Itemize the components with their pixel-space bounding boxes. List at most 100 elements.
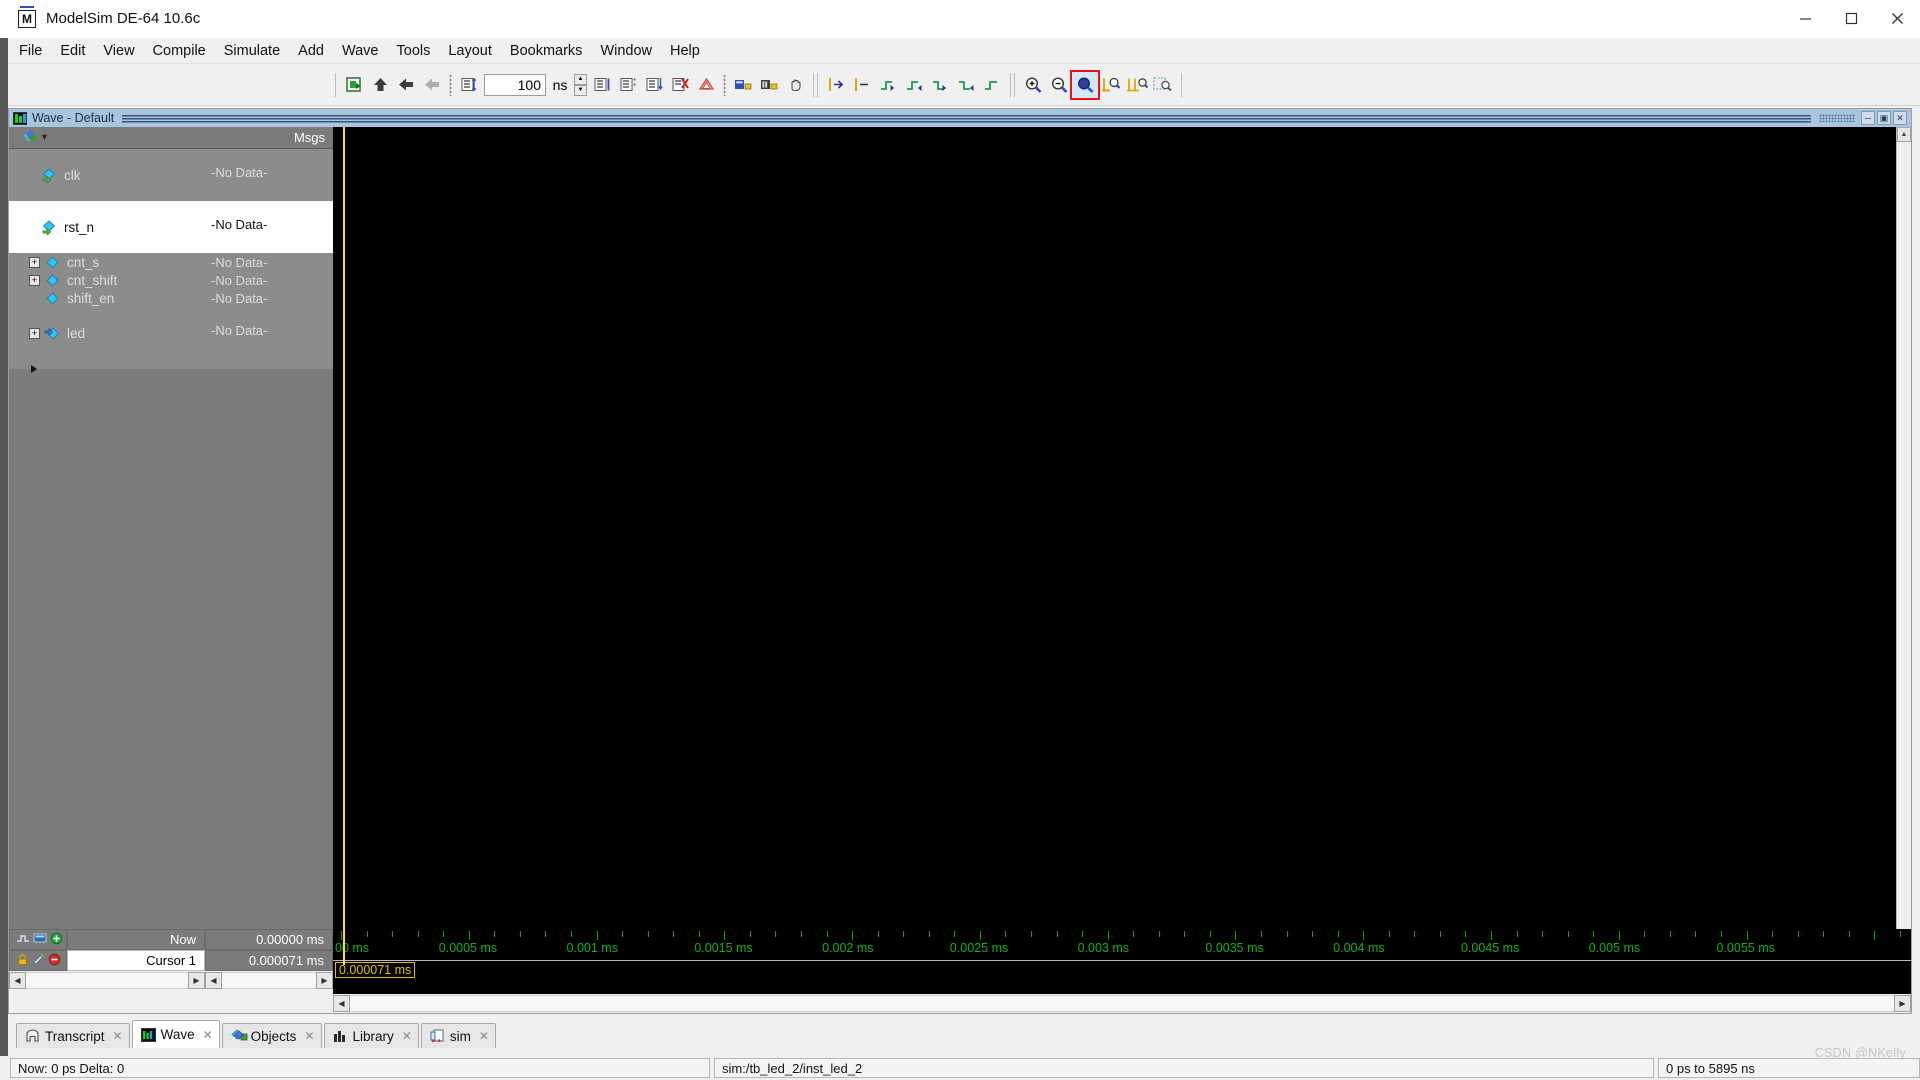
step-over-icon[interactable] [615, 72, 641, 98]
tab-objects[interactable]: Objects ✕ [222, 1023, 322, 1048]
signal-row-clk[interactable]: clk [9, 149, 205, 201]
tab-sim-close-icon[interactable]: ✕ [479, 1029, 489, 1043]
menu-item-layout[interactable]: Layout [439, 40, 501, 62]
zoom-mouse-icon[interactable] [1150, 72, 1176, 98]
zoom-full-icon[interactable] [1072, 72, 1098, 98]
zoom-out-icon[interactable] [1046, 72, 1072, 98]
scroll-up-button[interactable]: ▲ [1897, 127, 1911, 142]
delete-cursor-icon[interactable] [849, 72, 875, 98]
tab-library-close-icon[interactable]: ✕ [402, 1029, 412, 1043]
wave-restore-button[interactable]: ▣ [1877, 111, 1891, 125]
values-scroll-right-button[interactable]: ▶ [316, 972, 333, 989]
now-marker-icon[interactable] [16, 932, 30, 947]
hand-pan-icon[interactable] [782, 72, 808, 98]
expand-led-button[interactable]: + [29, 328, 40, 339]
resize-handle-arrow[interactable] [31, 365, 37, 373]
menu-item-view[interactable]: View [94, 40, 143, 62]
restart-icon[interactable] [341, 72, 367, 98]
tab-wave-close-icon[interactable]: ✕ [203, 1028, 213, 1042]
values-horizontal-scrollbar[interactable]: ◀ ▶ [205, 971, 333, 990]
column-layout-icon[interactable] [730, 72, 756, 98]
menu-item-window[interactable]: Window [591, 40, 661, 62]
signal-row-shift_en[interactable]: shift_en [9, 289, 205, 307]
restart-sim-icon[interactable] [693, 72, 719, 98]
wave-scroll-right-button[interactable]: ▶ [1894, 995, 1911, 1012]
wave-title-grip[interactable] [1819, 114, 1855, 122]
signal-row-rst_n[interactable]: rst_n [9, 201, 205, 253]
edit-cursor-icon[interactable] [32, 953, 45, 969]
tab-library[interactable]: Library ✕ [324, 1023, 419, 1048]
maximize-button[interactable] [1828, 0, 1874, 38]
values-scroll-left-button[interactable]: ◀ [205, 972, 222, 989]
delete-cursor-icon[interactable] [48, 953, 61, 969]
tab-objects-close-icon[interactable]: ✕ [304, 1029, 314, 1043]
waveform-canvas[interactable]: ▲ ▼ [333, 127, 1911, 1013]
wave-close-button[interactable]: ✕ [1893, 111, 1907, 125]
menu-item-file[interactable]: File [10, 40, 51, 62]
run-all-icon[interactable] [419, 72, 445, 98]
waveform-vertical-scrollbar[interactable]: ▲ ▼ [1896, 127, 1911, 1013]
stop-icon[interactable] [667, 72, 693, 98]
wave-title-bar[interactable]: Wave - Default ─ ▣ ✕ [9, 109, 1911, 127]
dataflow-icon[interactable] [756, 72, 782, 98]
names-scroll-right-button[interactable]: ▶ [188, 972, 205, 989]
stepper-down[interactable]: ▼ [574, 85, 587, 96]
signal-row-cnt_s[interactable]: + cnt_s [9, 253, 205, 271]
menu-item-wave[interactable]: Wave [333, 40, 388, 62]
names-scroll-track[interactable] [26, 972, 188, 989]
tab-wave[interactable]: Wave ✕ [132, 1020, 220, 1048]
find-previous-falling-edge-icon[interactable] [927, 72, 953, 98]
timeline-area[interactable]: 00 ms0.0005 ms0.001 ms0.0015 ms0.002 ms0… [333, 929, 1911, 1013]
timeline-ruler[interactable]: 00 ms0.0005 ms0.001 ms0.0015 ms0.002 ms0… [333, 929, 1911, 965]
add-cursor-icon[interactable] [50, 932, 63, 948]
waveform-horizontal-scrollbar[interactable]: ◀ ▶ [333, 994, 1911, 1013]
menu-item-compile[interactable]: Compile [144, 40, 215, 62]
zoom-range-icon[interactable] [1124, 72, 1150, 98]
values-header[interactable]: Msgs [205, 127, 333, 149]
menu-item-tools[interactable]: Tools [388, 40, 440, 62]
stepper-up[interactable]: ▲ [574, 74, 587, 85]
names-scroll-left-button[interactable]: ◀ [9, 972, 26, 989]
break-icon[interactable] [456, 72, 482, 98]
run-icon[interactable] [367, 72, 393, 98]
tab-transcript[interactable]: Transcript ✕ [16, 1023, 130, 1048]
find-next-transition-icon[interactable] [901, 72, 927, 98]
zoom-cursor-icon[interactable] [1098, 72, 1124, 98]
insert-cursor-icon[interactable] [823, 72, 849, 98]
find-next-falling-edge-icon[interactable] [953, 72, 979, 98]
wave-scroll-track[interactable] [350, 995, 1894, 1012]
menu-item-help[interactable]: Help [661, 40, 709, 62]
signal-names-header[interactable]: ▾ [9, 127, 205, 149]
menu-item-bookmarks[interactable]: Bookmarks [501, 40, 592, 62]
wave-view-icon[interactable] [33, 932, 47, 947]
minimize-button[interactable] [1782, 0, 1828, 38]
continue-run-icon[interactable] [393, 72, 419, 98]
chevron-down-icon[interactable]: ▾ [42, 132, 47, 143]
signal-filter-icon[interactable] [23, 130, 38, 145]
expand-cnt_s-button[interactable]: + [29, 257, 40, 268]
cursor-1-flag[interactable]: 0.000071 ms [335, 962, 415, 978]
run-length-input[interactable]: 100 [484, 74, 546, 96]
wave-scroll-left-button[interactable]: ◀ [333, 995, 350, 1012]
wave-minimize-button[interactable]: ─ [1861, 111, 1875, 125]
find-rising-edge-icon[interactable] [979, 72, 1005, 98]
cursor-1-label[interactable]: Cursor 1 [67, 950, 205, 971]
values-scroll-track[interactable] [222, 972, 316, 989]
names-horizontal-scrollbar[interactable]: ◀ ▶ [9, 971, 205, 990]
lock-cursor-icon[interactable] [16, 953, 29, 969]
signal-row-cnt_shift[interactable]: + cnt_shift [9, 271, 205, 289]
zoom-in-icon[interactable] [1020, 72, 1046, 98]
menu-item-edit[interactable]: Edit [51, 40, 94, 62]
find-previous-transition-icon[interactable] [875, 72, 901, 98]
step-icon[interactable] [589, 72, 615, 98]
close-button[interactable] [1874, 0, 1920, 38]
step-out-icon[interactable] [641, 72, 667, 98]
cursor-1-line[interactable] [343, 127, 345, 1013]
menu-item-add[interactable]: Add [289, 40, 333, 62]
tab-transcript-close-icon[interactable]: ✕ [113, 1029, 123, 1043]
run-length-unit[interactable]: ns [546, 74, 574, 96]
menu-item-simulate[interactable]: Simulate [215, 40, 289, 62]
run-length-stepper[interactable]: ▲ ▼ [574, 74, 587, 96]
tab-sim[interactable]: sim ✕ [421, 1023, 496, 1048]
expand-cnt_shift-button[interactable]: + [29, 275, 40, 286]
